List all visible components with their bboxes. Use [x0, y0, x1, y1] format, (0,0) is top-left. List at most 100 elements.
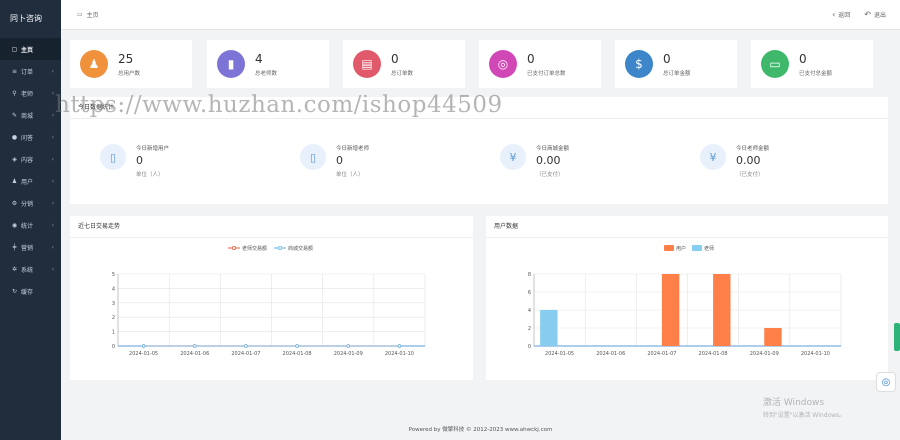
sidebar-item-label: 主页: [21, 46, 34, 54]
sidebar-item-label: 内容: [21, 156, 34, 164]
sidebar-item-icon: ⚙: [11, 199, 18, 207]
x-tick-label: 2024-01-06: [596, 351, 625, 357]
chevron-left-icon: ‹: [51, 177, 54, 185]
sidebar-item-4[interactable]: ● 问答 ‹: [0, 126, 61, 148]
y-tick-label: 3: [112, 301, 115, 307]
legend-label: 用户: [676, 245, 686, 252]
y-tick-label: 0: [528, 344, 531, 350]
stat-icon: ▮: [217, 50, 245, 78]
today-stat-label: 今日商城金额: [536, 146, 570, 152]
trade-trend-title: 近七日交易走势: [70, 216, 473, 238]
chevron-left-icon: ‹: [51, 155, 54, 163]
back-button[interactable]: ‹ 返回: [832, 10, 850, 19]
sidebar-item-5[interactable]: ◈ 内容 ‹: [0, 148, 61, 170]
sidebar-item-label: 用户: [21, 178, 34, 186]
trade-trend-panel: 近七日交易走势 老师交易额 商城交易额 0 1 2 3 4 5 2024-01-05 2024-0…: [70, 216, 473, 380]
data-point: [346, 344, 351, 348]
y-tick-label: 0: [112, 344, 115, 350]
stat-card: ♟ 25 总用户数: [70, 40, 192, 88]
sidebar-item-label: 商城: [21, 112, 34, 120]
sidebar-item-icon: ▢: [11, 45, 18, 53]
y-tick-label: 5: [112, 272, 115, 278]
chevron-left-icon: ‹: [51, 67, 54, 75]
today-stat: ▯ 今日新增老师 0 单位（人）: [300, 144, 420, 184]
breadcrumb-home[interactable]: 主页: [87, 10, 99, 19]
data-point: [244, 344, 248, 348]
sidebar-item-2[interactable]: ⚲ 老师 ‹: [0, 82, 61, 104]
stat-icon: ♟: [80, 50, 108, 78]
y-tick-label: 4: [112, 286, 115, 292]
monitor-icon: ▭: [77, 11, 83, 18]
sidebar-item-11[interactable]: ↻ 缓存: [0, 280, 61, 302]
sidebar-item-1[interactable]: ≡ 订单 ‹: [0, 60, 61, 82]
x-tick-label: 2024-01-08: [283, 351, 312, 357]
exit-label: 退出: [873, 12, 886, 19]
today-stat-label: 今日新增用户: [136, 146, 170, 152]
exit-button[interactable]: ↶ 退出: [864, 10, 886, 19]
legend-label: 商城交易额: [288, 245, 313, 252]
x-tick-label: 2024-01-10: [385, 351, 414, 357]
data-point: [192, 344, 197, 348]
today-stat-icon: ▯: [300, 144, 326, 170]
today-stat-icon: ¥: [500, 144, 526, 170]
sidebar-item-10[interactable]: ✲ 系统 ‹: [0, 258, 61, 280]
sidebar-item-icon: ≡: [11, 67, 18, 75]
support-float-button[interactable]: ◎: [876, 372, 896, 392]
legend-label: 老师交易额: [242, 245, 267, 252]
stat-value: 0: [391, 52, 399, 66]
sidebar-item-icon: ⚲: [12, 89, 17, 97]
today-stat-icon: ▯: [100, 144, 126, 170]
stat-label: 总用户数: [118, 71, 141, 77]
bar-teacher: [540, 310, 558, 346]
today-stat-icon: ¥: [700, 144, 726, 170]
bar-user: [661, 274, 680, 346]
stat-icon: $: [625, 50, 653, 78]
sidebar-item-3[interactable]: ✎ 商城 ‹: [0, 104, 61, 126]
sidebar-item-icon: ✲: [11, 265, 18, 273]
stat-card: ▭ 0 已支付总金额: [751, 40, 873, 88]
y-tick-label: 2: [112, 315, 115, 321]
breadcrumb: ▭ 主页: [77, 10, 99, 19]
sidebar-item-8[interactable]: ◉ 统计 ‹: [0, 214, 61, 236]
legend-swatch: [692, 245, 702, 251]
today-stat-value: 0: [136, 154, 143, 167]
today-stat-unit: 单位（人）: [336, 172, 364, 178]
x-tick-label: 2024-01-07: [647, 351, 676, 357]
x-tick-label: 2024-01-09: [750, 351, 779, 357]
today-stat-value: 0.00: [736, 154, 761, 167]
chevron-left-icon: ‹: [51, 133, 54, 141]
chevron-left-icon: ‹: [51, 111, 54, 119]
chevron-left-icon: ‹: [51, 265, 54, 273]
sidebar-item-9[interactable]: ╪ 营销 ‹: [0, 236, 61, 258]
brand-title: 同卜咨询: [10, 14, 42, 23]
sidebar-item-icon: ✎: [11, 111, 18, 119]
sidebar-item-label: 老师: [21, 90, 34, 98]
sidebar-item-label: 分销: [21, 200, 34, 208]
user-data-chart: 用户 老师 0 2 4 6 8 2024-01-05 2024-01-06 2024-01-07 2…: [528, 245, 842, 357]
x-tick-label: 2024-01-09: [334, 351, 363, 357]
sidebar-item-7[interactable]: ⚙ 分销 ‹: [0, 192, 61, 214]
stat-card: ◎ 0 已支付订单总数: [479, 40, 601, 88]
today-stat-label: 今日老师金额: [736, 146, 770, 152]
sidebar-item-icon: ♟: [11, 177, 18, 185]
y-tick-label: 4: [528, 308, 531, 314]
site-watermark: https://www.huzhan.com/ishop44509: [55, 92, 503, 118]
stat-card: ▮ 4 总老师数: [207, 40, 329, 88]
legend-marker: [231, 245, 236, 250]
x-tick-label: 2024-01-05: [129, 351, 158, 357]
stat-label: 总订单数: [391, 71, 414, 77]
side-tab[interactable]: [894, 323, 900, 351]
footer: Powered by 微擎科技 © 2012-2023 www.ahwckj.c…: [408, 427, 553, 433]
legend-marker: [277, 245, 282, 250]
bar-user: [713, 274, 731, 346]
legend-label: 老师: [704, 245, 714, 252]
today-stat-unit: （已支付）: [736, 172, 764, 178]
stat-card: $0 总订单金额: [615, 40, 737, 88]
sidebar-item-label: 系统: [21, 266, 34, 274]
sidebar-item-0[interactable]: ▢ 主页: [0, 38, 61, 60]
sidebar-item-6[interactable]: ♟ 用户 ‹: [0, 170, 61, 192]
stat-label: 总订单金额: [663, 71, 691, 77]
stat-value: 25: [118, 52, 134, 66]
x-tick-label: 2024-01-10: [801, 351, 830, 357]
stat-value: 0: [663, 52, 671, 66]
